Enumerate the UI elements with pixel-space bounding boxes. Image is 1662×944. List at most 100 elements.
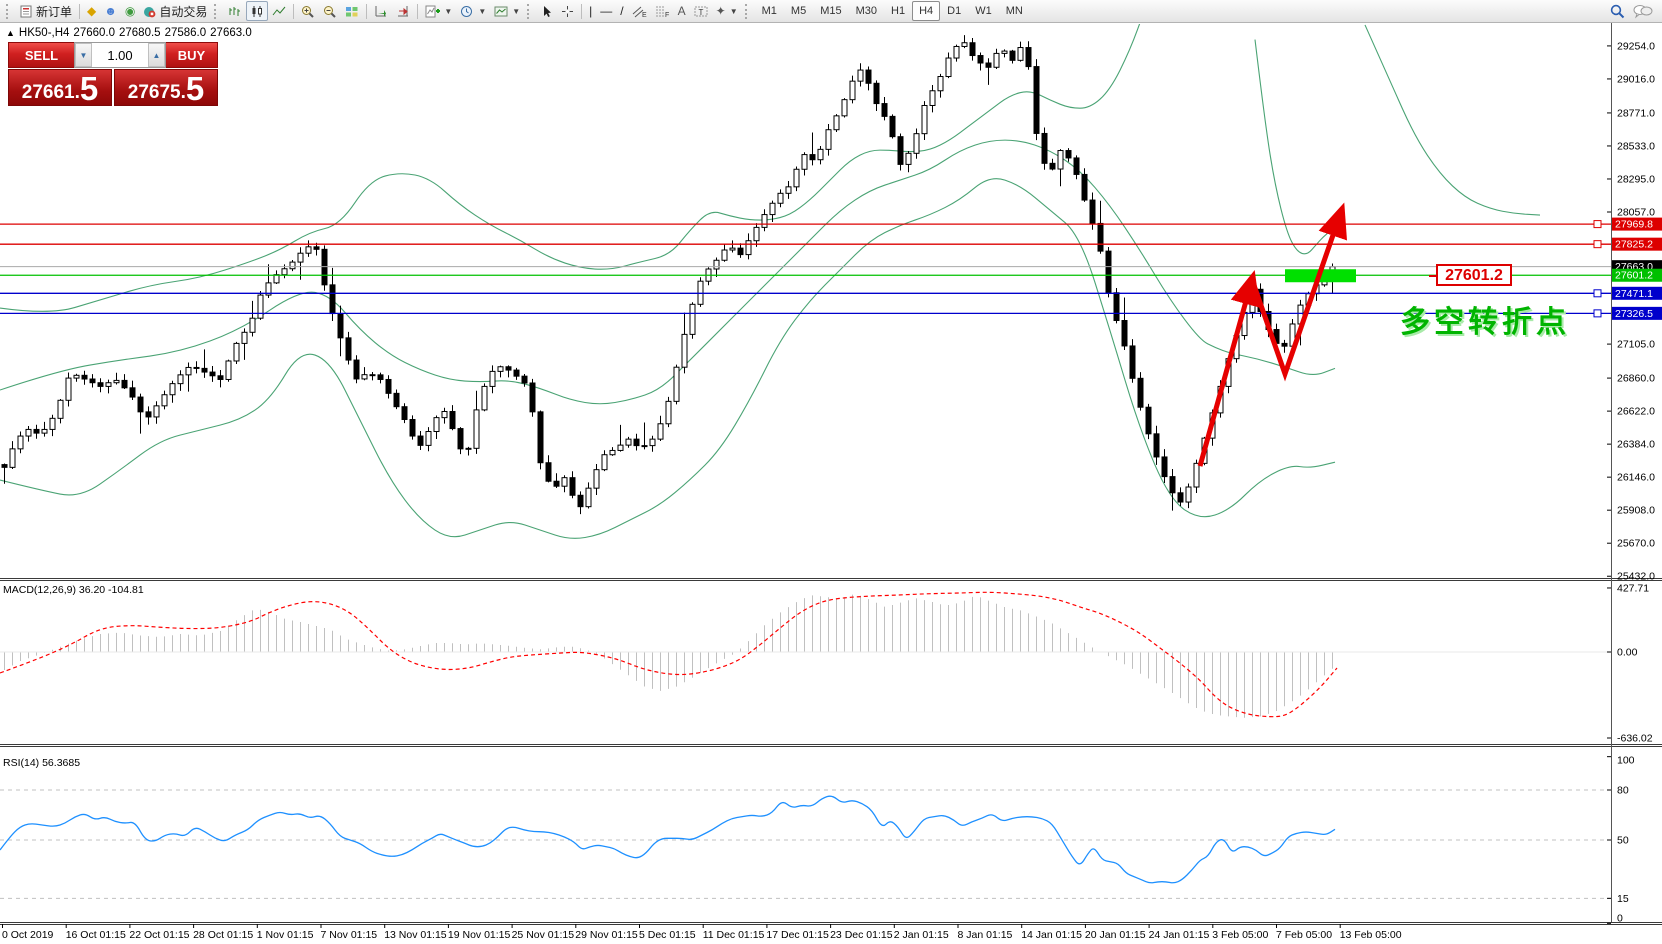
- rsi-pane[interactable]: RSI(14) 56.3685 100 80 50 15 0: [0, 755, 1635, 925]
- svg-text:25 Nov 01:15: 25 Nov 01:15: [512, 929, 575, 941]
- macd-label: MACD(12,26,9) 36.20 -104.81: [3, 584, 144, 596]
- svg-text:F: F: [665, 12, 669, 18]
- timeframe-w1[interactable]: W1: [968, 1, 999, 21]
- tile-windows-button[interactable]: [341, 1, 363, 21]
- rsi-line: [0, 795, 1336, 884]
- signals-button[interactable]: ◉: [121, 1, 139, 21]
- svg-text:28533.0: 28533.0: [1617, 140, 1655, 152]
- volume-input[interactable]: [92, 43, 148, 67]
- text-icon: A: [677, 4, 686, 18]
- chart-canvas[interactable]: 29254.0 29016.0 28771.0 28533.0 28295.0 28057…: [0, 0, 1662, 944]
- sell-price-display[interactable]: 27661. 5: [8, 69, 112, 106]
- svg-text:28057.0: 28057.0: [1617, 207, 1655, 219]
- toolbar-grip: [744, 3, 752, 19]
- zoom-out-button[interactable]: [319, 1, 341, 21]
- dropdown-caret-icon: ▼: [729, 6, 738, 16]
- templates-button[interactable]: ▼: [490, 1, 524, 21]
- channel-button[interactable]: E: [628, 1, 651, 21]
- svg-text:15: 15: [1617, 893, 1629, 905]
- timeframe-bar: M1 M5 M15 M30 H1 H4 D1 W1 MN: [755, 1, 1030, 21]
- svg-text:0: 0: [1617, 913, 1623, 925]
- cursor-button[interactable]: [537, 1, 557, 21]
- timeframe-h4[interactable]: H4: [912, 1, 941, 21]
- symbol-label: HK50-,H4: [18, 27, 70, 39]
- svg-text:100: 100: [1617, 755, 1635, 767]
- svg-text:27105.0: 27105.0: [1617, 339, 1655, 351]
- svg-text:7 Feb 05:00: 7 Feb 05:00: [1276, 929, 1332, 941]
- text-button[interactable]: A: [674, 1, 690, 21]
- toolbar-separator: [581, 3, 583, 19]
- svg-text:-636.02: -636.02: [1617, 733, 1653, 745]
- time-axis[interactable]: 0 Oct 2019 16 Oct 01:15 22 Oct 01:15 28 Oct…: [2, 924, 1402, 941]
- fibonacci-icon: F: [655, 6, 669, 18]
- market-watch-button[interactable]: ◆: [83, 1, 100, 21]
- sell-button[interactable]: SELL: [8, 42, 74, 68]
- rsi-label: RSI(14) 56.3685: [3, 757, 80, 769]
- accounts-button[interactable]: ☻: [100, 1, 121, 21]
- search-icon[interactable]: [1610, 4, 1625, 19]
- periods-button[interactable]: ▼: [456, 1, 490, 21]
- svg-text:25432.0: 25432.0: [1617, 571, 1655, 583]
- candlestick-chart-button[interactable]: [246, 1, 269, 21]
- bar-chart-icon: [229, 6, 241, 16]
- chat-icon[interactable]: [1633, 4, 1653, 19]
- auto-trading-label: 自动交易: [159, 4, 208, 19]
- hline-handle[interactable]: [1593, 220, 1602, 229]
- hline-handle[interactable]: [1593, 240, 1602, 249]
- line-chart-button[interactable]: [268, 1, 290, 21]
- gold-icon: ◆: [87, 4, 97, 18]
- svg-text:22 Oct 01:15: 22 Oct 01:15: [129, 929, 189, 941]
- buy-price-display[interactable]: 27675. 5: [114, 69, 218, 106]
- shapes-button[interactable]: ✦ ▼: [712, 1, 742, 21]
- fibonacci-button[interactable]: F: [651, 1, 674, 21]
- svg-text:27969.8: 27969.8: [1615, 219, 1653, 231]
- svg-text:16 Oct 01:15: 16 Oct 01:15: [66, 929, 126, 941]
- timeframe-m1[interactable]: M1: [755, 1, 784, 21]
- new-order-label: 新订单: [36, 4, 73, 19]
- timeframe-m30[interactable]: M30: [849, 1, 884, 21]
- hline-handle[interactable]: [1593, 289, 1602, 298]
- chart-symbol-info: ▲ HK50-,H4 27660.0 27680.5 27586.0 27663.0: [6, 27, 256, 39]
- bollinger-upper-tail: [1364, 24, 1541, 216]
- volume-increase-button[interactable]: ▲: [148, 43, 165, 67]
- text-label-button[interactable]: T: [690, 1, 712, 21]
- toolbar-separator: [366, 3, 368, 19]
- timeframe-mn[interactable]: MN: [999, 1, 1030, 21]
- svg-text:T: T: [698, 8, 703, 17]
- svg-text:0 Oct 2019: 0 Oct 2019: [2, 929, 54, 941]
- chart-shift-button[interactable]: [392, 1, 414, 21]
- trend-arrow-1[interactable]: [1197, 269, 1260, 467]
- crosshair-button[interactable]: [557, 1, 578, 21]
- svg-text:3 Feb 05:00: 3 Feb 05:00: [1212, 929, 1268, 941]
- svg-text:26860.0: 26860.0: [1617, 373, 1655, 385]
- auto-trading-button[interactable]: 自动交易: [139, 1, 211, 21]
- macd-pane[interactable]: MACD(12,26,9) 36.20 -104.81 427.71 0.00 -63…: [0, 582, 1653, 745]
- svg-text:E: E: [642, 12, 647, 18]
- new-order-icon: [20, 5, 32, 17]
- svg-text:20 Jan 01:15: 20 Jan 01:15: [1085, 929, 1146, 941]
- volume-decrease-button[interactable]: ▼: [75, 43, 92, 67]
- timeframe-m5[interactable]: M5: [784, 1, 813, 21]
- timeframe-m15[interactable]: M15: [813, 1, 848, 21]
- buy-button[interactable]: BUY: [166, 42, 218, 68]
- auto-scroll-button[interactable]: [370, 1, 392, 21]
- chart-shift-icon: [398, 5, 409, 16]
- auto-scroll-icon: [375, 5, 387, 17]
- timeframe-d1[interactable]: D1: [940, 1, 968, 21]
- hline-handle[interactable]: [1593, 309, 1602, 318]
- svg-text:25670.0: 25670.0: [1617, 538, 1655, 550]
- timeframe-h1[interactable]: H1: [884, 1, 912, 21]
- tile-windows-icon: [346, 6, 358, 16]
- equidistant-channel-icon: E: [632, 6, 647, 18]
- new-order-button[interactable]: 新订单: [16, 1, 76, 21]
- trendline-button[interactable]: /: [616, 1, 627, 21]
- zoom-in-button[interactable]: [297, 1, 319, 21]
- zoom-in-icon: [302, 5, 315, 18]
- indicators-button[interactable]: ▼: [421, 1, 456, 21]
- vertical-line-button[interactable]: |: [585, 1, 596, 21]
- dropdown-caret-icon: ▼: [478, 6, 487, 16]
- zoom-out-icon: [324, 5, 337, 18]
- bar-chart-button[interactable]: [224, 1, 246, 21]
- horizontal-line-button[interactable]: —: [596, 1, 616, 21]
- price-callout-label[interactable]: 27601.2: [1429, 264, 1512, 286]
